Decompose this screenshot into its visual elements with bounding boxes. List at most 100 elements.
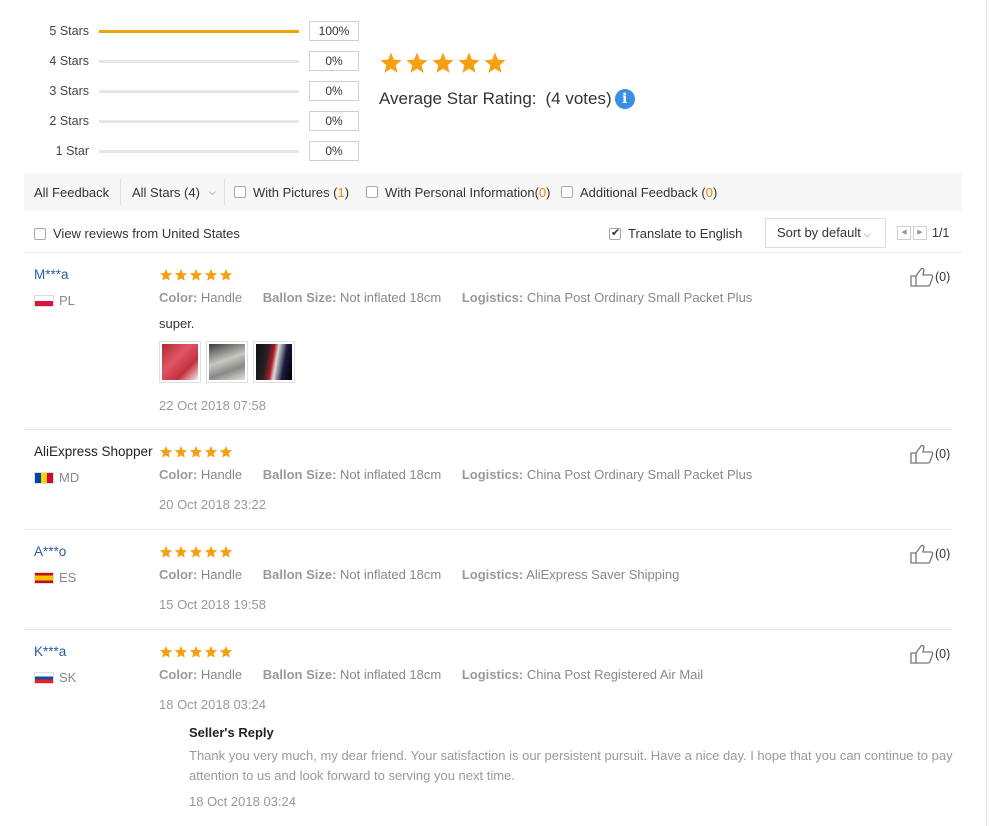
attr-size-value: Not inflated 18cm [340,290,442,305]
country-code: MD [59,470,80,485]
star-icon [432,52,454,73]
tab-all-feedback[interactable]: All Feedback [24,185,120,200]
page-divider [986,0,987,826]
histogram-bar-fill [99,29,299,33]
attr-size-key: Ballon Size: [262,667,337,682]
info-icon[interactable]: i [614,89,635,109]
view-us-reviews-checkbox[interactable] [34,227,46,240]
list-divider [24,252,962,253]
sort-dropdown[interactable]: Sort by default ⌵ [765,218,886,248]
star-icon [174,545,188,558]
prev-page-button[interactable]: ◀ [897,226,911,240]
histogram-row-3[interactable]: 3 Stars 0% [0,81,360,101]
review-attributes: Color: Handle Ballon Size: Not inflated … [159,567,696,582]
sort-label: Sort by default [777,225,861,240]
additional-feedback-count: 0 [705,184,713,200]
histogram-bar [99,59,299,63]
histogram-row-4[interactable]: 4 Stars 0% [0,51,360,71]
with-pictures-count: 1 [337,184,345,200]
helpful-button[interactable]: (0) [910,644,950,664]
reviewer-country: SK [34,670,76,685]
review-photo[interactable] [253,341,295,383]
helpful-button[interactable]: (0) [910,544,950,564]
star-icon [204,545,218,558]
attr-logistics-key: Logistics: [461,290,524,305]
additional-feedback-filter[interactable]: Additional Feedback (0) [561,185,717,200]
histogram-bar [99,119,299,123]
attr-size-value: Not inflated 18cm [340,667,442,682]
reviewer-country: PL [34,293,75,308]
histogram-row-2[interactable]: 2 Stars 0% [0,111,360,131]
star-icon [159,268,173,281]
review-stars [159,268,233,282]
view-us-reviews-option[interactable]: View reviews from United States [34,226,240,241]
review-photo[interactable] [159,341,201,383]
attr-color-value: Handle [200,290,243,305]
review-attributes: Color: Handle Ballon Size: Not inflated … [159,667,720,682]
feedback-filter-bar: All Feedback All Stars (4) ⌵ With Picture… [24,173,962,211]
attr-logistics-key: Logistics: [461,667,524,682]
country-code: ES [59,570,77,585]
translate-option[interactable]: Translate to English [609,226,742,241]
reviewer-name: AliExpress Shopper [34,444,153,459]
helpful-count: (0) [935,647,951,661]
star-icon [159,445,173,458]
reviewer-country: MD [34,470,79,485]
attr-color-value: Handle [200,567,243,582]
review-date: 22 Oct 2018 07:58 [159,398,266,413]
helpful-button[interactable]: (0) [910,267,950,287]
star-icon [189,545,203,558]
histogram-row-5[interactable]: 5 Stars 100% [0,21,360,41]
star-icon [380,52,402,73]
star-icon [219,545,233,558]
histogram-bar [99,29,299,33]
attr-logistics-value: China Post Ordinary Small Packet Plus [526,290,753,305]
review-attributes: Color: Handle Ballon Size: Not inflated … [159,467,769,482]
vote-count: (4 votes) [545,89,612,108]
with-pictures-filter[interactable]: With Pictures (1) [225,185,355,200]
with-pictures-checkbox[interactable] [234,186,246,198]
star-filter-dropdown[interactable]: All Stars (4) ⌵ [121,185,224,200]
attr-logistics-value: AliExpress Saver Shipping [526,567,680,582]
translate-checkbox[interactable] [609,226,621,240]
with-pictures-label: With Pictures (1) [253,185,349,200]
reviewer-name[interactable]: K***a [34,644,66,659]
review-photos [159,341,295,383]
review-date: 15 Oct 2018 19:58 [159,597,266,612]
thumbs-up-icon [910,544,934,564]
seller-reply-title: Seller's Reply [189,725,274,740]
additional-feedback-text: Additional Feedback ( [580,184,706,200]
with-personal-info-checkbox[interactable] [366,186,378,198]
average-star-rating [379,51,507,75]
histogram-bar [99,149,299,153]
with-personal-info-text: With Personal Information( [385,184,539,200]
with-personal-info-filter[interactable]: With Personal Information(0) [355,185,561,200]
attr-color-key: Color: [159,567,198,582]
country-code: SK [59,670,77,685]
reviewer-name[interactable]: M***a [34,267,69,282]
average-rating-text: Average Star Rating: (4 votes) i [379,89,635,109]
pagination: ◀ ▶ 1/1 [897,226,949,240]
histogram-percent: 0% [309,81,359,101]
reviewer-name[interactable]: A***o [34,544,66,559]
with-personal-info-label: With Personal Information(0) [385,185,550,200]
star-icon [189,445,203,458]
attr-size-value: Not inflated 18cm [340,567,442,582]
histogram-label: 4 Stars [49,54,89,68]
attr-logistics-key: Logistics: [461,467,524,482]
additional-feedback-checkbox[interactable] [561,186,573,198]
helpful-button[interactable]: (0) [910,444,950,464]
star-icon [219,445,233,458]
star-icon [458,52,480,73]
attr-size-key: Ballon Size: [262,467,337,482]
review-divider [24,629,952,630]
star-icon [204,645,218,658]
seller-reply-date: 18 Oct 2018 03:24 [189,794,296,809]
star-icon [174,268,188,281]
next-page-button[interactable]: ▶ [913,226,927,240]
star-filter-label: All Stars (4) [132,184,200,200]
star-icon [204,445,218,458]
histogram-row-1[interactable]: 1 Star 0% [0,141,360,161]
star-icon [219,268,233,281]
review-photo[interactable] [206,341,248,383]
